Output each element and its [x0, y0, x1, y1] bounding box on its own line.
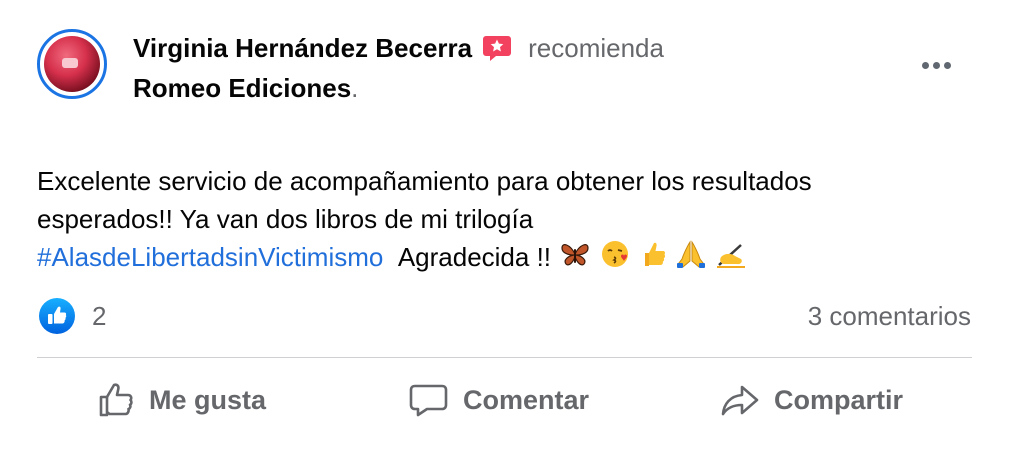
dot	[943, 61, 951, 69]
recommended-page-row: Romeo Ediciones.	[133, 70, 358, 106]
share-button[interactable]: Compartir	[720, 375, 903, 425]
thumbs-up-outline-icon	[99, 383, 133, 417]
post-body: Excelente servicio de acompañamiento par…	[37, 162, 987, 279]
folded-hands-icon	[676, 239, 706, 279]
like-reaction-icon[interactable]	[38, 297, 76, 335]
dot	[932, 61, 940, 69]
kissing-face-icon	[600, 239, 630, 279]
dot	[921, 61, 929, 69]
page-name-link[interactable]: Romeo Ediciones	[133, 73, 351, 104]
recommend-star-icon	[482, 33, 512, 63]
like-count[interactable]: 2	[92, 300, 106, 332]
post-header: Virginia Hernández Becerra recomienda	[133, 30, 664, 66]
thumbs-up-icon	[639, 239, 667, 279]
post-text-thanks: Agradecida !!	[397, 242, 552, 272]
post-text-line: Excelente servicio de acompañamiento par…	[37, 166, 812, 196]
recommends-text: recomienda	[528, 32, 664, 63]
post-text-line: esperados!! Ya van dos libros de mi tril…	[37, 204, 534, 234]
author-name-link[interactable]: Virginia Hernández Becerra	[133, 33, 472, 64]
butterfly-icon	[560, 240, 590, 278]
share-button-label: Compartir	[774, 384, 904, 415]
facebook-post: Virginia Hernández Becerra recomienda Ro…	[0, 0, 1024, 459]
hashtag-link[interactable]: #AlasdeLibertadsinVictimismo	[37, 242, 383, 272]
comment-button[interactable]: Comentar	[409, 375, 589, 425]
more-options-icon[interactable]	[912, 50, 960, 80]
author-avatar[interactable]	[37, 29, 107, 99]
avatar-image	[44, 36, 100, 92]
like-button[interactable]: Me gusta	[97, 375, 266, 425]
comment-button-label: Comentar	[463, 384, 590, 415]
comment-bubble-icon	[409, 384, 448, 417]
comments-count-link[interactable]: 3 comentarios	[808, 300, 971, 332]
page-name-period: .	[351, 72, 359, 103]
post-text-line-3: #AlasdeLibertadsinVictimismo Agradecida …	[37, 238, 987, 279]
like-button-label: Me gusta	[149, 384, 267, 415]
writing-hand-icon	[715, 239, 747, 279]
divider	[37, 357, 972, 358]
share-arrow-icon	[721, 385, 759, 416]
